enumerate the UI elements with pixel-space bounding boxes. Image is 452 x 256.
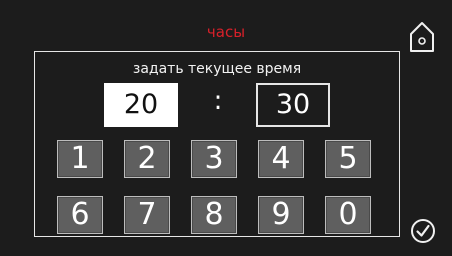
keypad-key-8[interactable]: 8 [191,196,237,234]
confirm-button[interactable] [410,218,436,244]
keypad-key-1[interactable]: 1 [57,140,103,178]
keypad-key-0[interactable]: 0 [325,196,371,234]
panel-subtitle: задать текущее время [132,61,302,77]
keypad-key-2[interactable]: 2 [124,140,170,178]
hours-field[interactable]: 20 [104,83,178,127]
screen-title: часы [206,23,246,41]
keypad-key-5[interactable]: 5 [325,140,371,178]
home-icon [410,22,434,52]
check-circle-icon [411,219,435,243]
time-separator: : [213,86,223,116]
keypad-key-7[interactable]: 7 [124,196,170,234]
keypad-key-4[interactable]: 4 [258,140,304,178]
minutes-field[interactable]: 30 [256,83,330,127]
home-button[interactable] [408,20,436,54]
clock-setting-screen: часы задать текущее время 20 : 30 1 2 3 … [0,0,452,256]
keypad-key-3[interactable]: 3 [191,140,237,178]
keypad-key-9[interactable]: 9 [258,196,304,234]
keypad-key-6[interactable]: 6 [57,196,103,234]
